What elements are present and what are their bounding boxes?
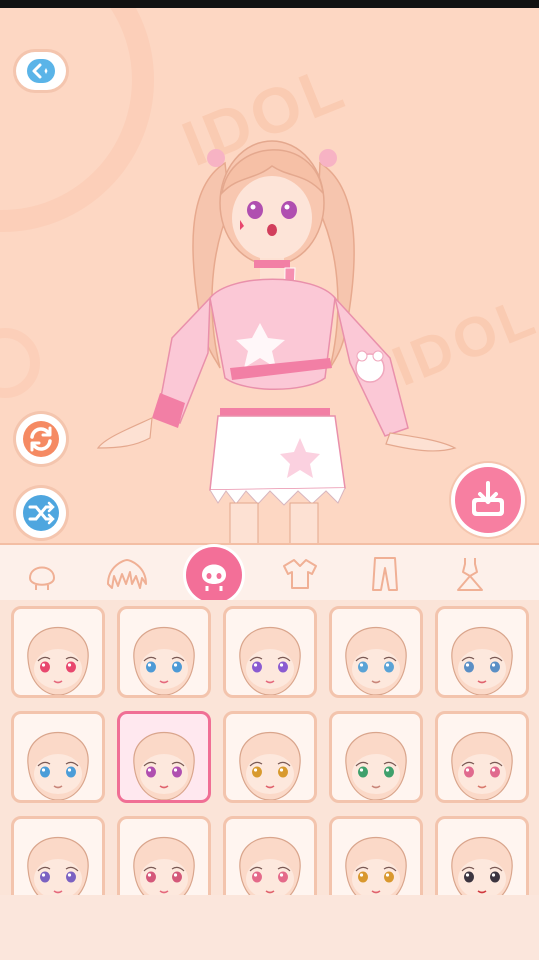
back-button[interactable] bbox=[16, 52, 66, 90]
status-bar bbox=[0, 0, 539, 8]
head-icon bbox=[28, 566, 56, 590]
face-option-card[interactable] bbox=[435, 816, 529, 895]
face-option-card[interactable] bbox=[329, 711, 423, 803]
face-option-card[interactable] bbox=[329, 606, 423, 698]
shuffle-icon bbox=[23, 495, 59, 531]
face-preview bbox=[239, 837, 301, 895]
face-icon bbox=[202, 564, 226, 591]
face-option-card[interactable] bbox=[11, 816, 105, 895]
tab-hair[interactable] bbox=[104, 551, 150, 597]
face-preview bbox=[133, 732, 195, 800]
face-preview bbox=[451, 837, 513, 895]
face-option-card[interactable] bbox=[223, 606, 317, 698]
face-preview bbox=[451, 732, 513, 800]
footer-area bbox=[0, 895, 539, 960]
face-preview bbox=[451, 627, 513, 695]
face-option-card[interactable] bbox=[223, 816, 317, 895]
tab-head[interactable] bbox=[19, 551, 65, 597]
face-preview bbox=[27, 837, 89, 895]
face-preview bbox=[345, 627, 407, 695]
download-save-icon bbox=[472, 481, 504, 516]
character-illustration bbox=[96, 140, 457, 543]
face-option-card[interactable] bbox=[329, 816, 423, 895]
face-preview bbox=[345, 837, 407, 895]
tab-pants[interactable] bbox=[362, 551, 408, 597]
decorative-circle bbox=[0, 328, 40, 398]
face-preview bbox=[133, 837, 195, 895]
face-preview bbox=[239, 627, 301, 695]
tab-dress[interactable] bbox=[447, 551, 493, 597]
face-option-card[interactable] bbox=[117, 711, 211, 803]
face-preview bbox=[345, 732, 407, 800]
hair-icon bbox=[107, 559, 147, 589]
category-tabbar bbox=[0, 543, 539, 613]
dress-up-app: IDOL IDOL bbox=[0, 0, 539, 960]
face-preview bbox=[239, 732, 301, 800]
face-option-card[interactable] bbox=[11, 606, 105, 698]
tab-face[interactable] bbox=[186, 547, 242, 613]
dress-icon bbox=[457, 558, 483, 591]
back-arrow-icon bbox=[27, 59, 55, 83]
face-option-card[interactable] bbox=[223, 711, 317, 803]
face-preview bbox=[27, 627, 89, 695]
face-option-card[interactable] bbox=[117, 606, 211, 698]
face-options-grid bbox=[0, 600, 539, 895]
shuffle-button[interactable] bbox=[16, 488, 66, 538]
top-icon bbox=[283, 559, 317, 589]
face-option-card[interactable] bbox=[435, 711, 529, 803]
tab-top[interactable] bbox=[277, 551, 323, 597]
character-stage: IDOL IDOL bbox=[0, 8, 539, 543]
refresh-icon bbox=[23, 421, 59, 457]
face-option-card[interactable] bbox=[435, 606, 529, 698]
face-option-card[interactable] bbox=[11, 711, 105, 803]
face-preview bbox=[133, 627, 195, 695]
refresh-button[interactable] bbox=[16, 414, 66, 464]
face-option-card[interactable] bbox=[117, 816, 211, 895]
pants-icon bbox=[372, 557, 398, 591]
face-preview bbox=[27, 732, 89, 800]
save-button[interactable] bbox=[455, 467, 521, 533]
